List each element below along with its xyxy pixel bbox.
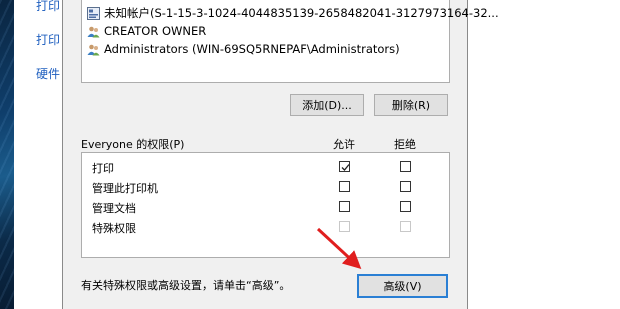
user-group-icon bbox=[87, 26, 100, 37]
advanced-button[interactable]: 高级(V) bbox=[357, 274, 448, 298]
permission-row-manage-documents: 管理文档 bbox=[82, 197, 449, 217]
permission-name: 管理文档 bbox=[92, 202, 136, 215]
permission-name: 特殊权限 bbox=[92, 222, 136, 235]
permissions-title: Everyone 的权限(P) bbox=[81, 138, 185, 151]
allow-checkbox-print[interactable] bbox=[339, 161, 350, 172]
list-item-label: CREATOR OWNER bbox=[104, 24, 207, 38]
list-item[interactable]: Administrators (WIN-69SQ5RNEPAF\Administ… bbox=[87, 40, 400, 58]
add-button[interactable]: 添加(D)... bbox=[290, 94, 364, 116]
allow-checkbox-manage-printer[interactable] bbox=[339, 181, 350, 192]
allow-checkbox-manage-documents[interactable] bbox=[339, 201, 350, 212]
permission-name: 打印 bbox=[92, 162, 114, 175]
permission-row-print: 打印 bbox=[82, 157, 449, 177]
list-item-label: Administrators (WIN-69SQ5RNEPAF\Administ… bbox=[104, 42, 400, 56]
permission-name: 管理此打印机 bbox=[92, 182, 158, 195]
remove-button[interactable]: 删除(R) bbox=[374, 94, 448, 116]
permission-row-manage-printer: 管理此打印机 bbox=[82, 177, 449, 197]
deny-checkbox-special bbox=[400, 221, 411, 232]
advanced-hint-text: 有关特殊权限或高级设置，请单击“高级”。 bbox=[81, 279, 291, 292]
unknown-account-icon bbox=[87, 6, 100, 20]
security-properties-dialog: 未知帐户(S-1-15-3-1024-4044835139-2658482041… bbox=[62, 0, 499, 309]
deny-checkbox-manage-printer[interactable] bbox=[400, 181, 411, 192]
group-user-list[interactable]: 未知帐户(S-1-15-3-1024-4044835139-2658482041… bbox=[81, 0, 499, 83]
settings-item-print-1[interactable]: 打印 bbox=[36, 0, 60, 14]
allow-checkbox-special bbox=[339, 221, 350, 232]
list-item[interactable]: CREATOR OWNER bbox=[87, 22, 206, 40]
settings-item-hardware[interactable]: 硬件 bbox=[36, 65, 60, 82]
list-item[interactable]: 未知帐户(S-1-15-3-1024-4044835139-2658482041… bbox=[87, 4, 499, 22]
checkmark-icon bbox=[341, 164, 350, 171]
allow-column-header: 允许 bbox=[333, 138, 355, 151]
deny-column-header: 拒绝 bbox=[394, 138, 416, 151]
deny-checkbox-manage-documents[interactable] bbox=[400, 201, 411, 212]
user-group-icon bbox=[87, 44, 100, 55]
permissions-list: 打印 管理此打印机 管理文档 特殊权限 bbox=[81, 152, 450, 258]
list-item-label: 未知帐户(S-1-15-3-1024-4044835139-2658482041… bbox=[104, 6, 499, 20]
settings-item-print-2[interactable]: 打印 bbox=[36, 31, 60, 48]
deny-checkbox-print[interactable] bbox=[400, 161, 411, 172]
permission-row-special: 特殊权限 bbox=[82, 217, 449, 237]
